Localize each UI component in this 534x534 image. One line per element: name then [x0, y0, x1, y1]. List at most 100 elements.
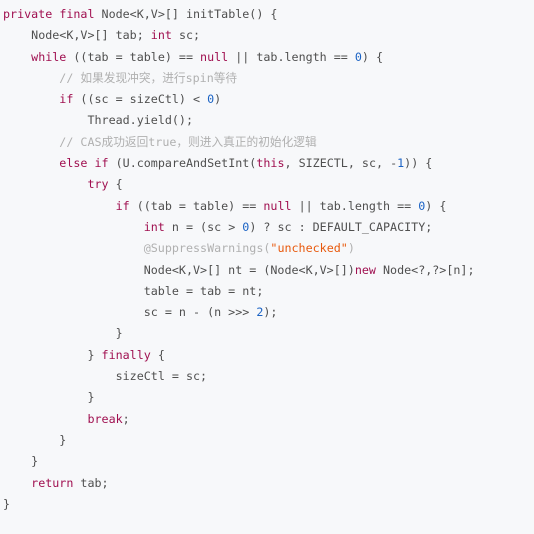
code-line: break;: [3, 409, 531, 430]
code-token-str: "unchecked": [270, 241, 348, 256]
code-line: }: [3, 494, 531, 515]
code-token-anno: ): [347, 241, 355, 256]
code-line: // CAS成功返回true，则进入真正的初始化逻辑: [3, 132, 531, 153]
code-token-kw: break: [87, 411, 123, 426]
code-line: try {: [3, 174, 531, 195]
code-token-cmt: // 如果发现冲突，进行spin等待: [59, 70, 238, 85]
code-token-plain: ): [214, 92, 222, 107]
code-line: table = tab = nt;: [3, 281, 531, 302]
code-token-kw: private: [3, 7, 53, 21]
code-line: sc = n - (n >>> 2);: [3, 302, 531, 323]
code-token-plain: , SIZECTL, sc, -: [284, 156, 398, 171]
code-token-kw: else: [59, 156, 88, 171]
code-token-kw: return: [31, 475, 74, 490]
code-token-plain: ((tab = table) ==: [129, 198, 264, 213]
code-token-plain: {: [108, 177, 123, 192]
code-token-plain: ) {: [361, 49, 384, 64]
code-token-plain: }: [31, 454, 39, 469]
code-line: else if (U.compareAndSetInt(this, SIZECT…: [3, 153, 531, 174]
code-token-plain: ((sc = sizeCtl) <: [73, 92, 208, 107]
code-token-plain: sc = n - (n >>>: [143, 305, 257, 320]
code-token-plain: }: [115, 326, 123, 341]
code-token-plain: }: [87, 390, 95, 405]
code-token-plain: }: [87, 347, 102, 362]
code-line: Node<K,V>[] nt = (Node<K,V>[])new Node<?…: [3, 260, 531, 281]
code-token-plain: sizeCtl = sc;: [115, 369, 208, 384]
code-token-plain: {: [150, 347, 165, 362]
code-token-kw: int: [143, 219, 165, 234]
code-line: }: [3, 430, 531, 451]
code-token-plain: (U.compareAndSetInt(: [108, 156, 257, 171]
code-line: if ((tab = table) == null || tab.length …: [3, 196, 531, 217]
code-token-kw: if: [59, 92, 74, 107]
code-line: } finally {: [3, 345, 531, 366]
code-token-kw: null: [263, 198, 292, 213]
code-token-plain: ) {: [425, 198, 447, 213]
code-token-plain: ((tab = table) ==: [66, 49, 201, 64]
code-line: return tab;: [3, 473, 531, 494]
code-token-kw: this: [256, 156, 285, 171]
code-token-kw: int: [150, 28, 172, 43]
code-token-kw: new: [354, 262, 376, 277]
code-token-plain: );: [263, 305, 278, 320]
code-line: Node<K,V>[] tab; int sc;: [3, 25, 531, 46]
code-token-plain: }: [3, 496, 11, 511]
code-line: Thread.yield();: [3, 110, 531, 131]
code-token-plain: Node<K,V>[] tab;: [31, 28, 151, 43]
code-token-plain: )) {: [404, 156, 433, 171]
code-token-plain: || tab.length ==: [228, 49, 355, 64]
code-token-plain: sc;: [171, 28, 201, 43]
code-token-kw: finally: [101, 347, 151, 362]
code-token-anno: @SuppressWarnings(: [143, 241, 271, 256]
code-line: while ((tab = table) == null || tab.leng…: [3, 47, 531, 68]
code-line: }: [3, 451, 531, 472]
code-listing: private final Node<K,V>[] initTable() { …: [3, 4, 531, 515]
code-line: private final Node<K,V>[] initTable() {: [3, 4, 531, 25]
code-token-plain: Thread.yield();: [87, 113, 194, 128]
code-line: }: [3, 387, 531, 408]
code-line: }: [3, 323, 531, 344]
code-token-plain: ;: [122, 411, 130, 426]
code-token-kw: try: [87, 177, 109, 192]
code-token-kw: null: [200, 49, 229, 64]
code-token-kw: if: [115, 198, 130, 213]
code-token-plain: || tab.length ==: [291, 198, 419, 213]
code-token-kw: while: [31, 49, 67, 64]
code-token-plain: Node<K,V>[] nt = (Node<K,V>[]): [143, 262, 355, 277]
code-token-plain: Node<K,V>[] initTable() {: [94, 7, 278, 21]
code-line: @SuppressWarnings("unchecked"): [3, 238, 531, 259]
code-token-plain: ) ? sc : DEFAULT_CAPACITY;: [249, 219, 433, 234]
code-line: int n = (sc > 0) ? sc : DEFAULT_CAPACITY…: [3, 217, 531, 238]
code-line: sizeCtl = sc;: [3, 366, 531, 387]
code-token-plain: Node<?,?>[n];: [375, 262, 475, 277]
code-token-cmt: // CAS成功返回true，则进入真正的初始化逻辑: [59, 134, 317, 149]
code-token-num: 0: [354, 49, 362, 64]
code-token-plain: table = tab = nt;: [143, 283, 264, 298]
code-line: // 如果发现冲突，进行spin等待: [3, 68, 531, 89]
code-token-plain: n = (sc >: [164, 219, 243, 234]
code-token-plain: }: [59, 432, 67, 447]
code-token-kw: if: [94, 156, 109, 171]
